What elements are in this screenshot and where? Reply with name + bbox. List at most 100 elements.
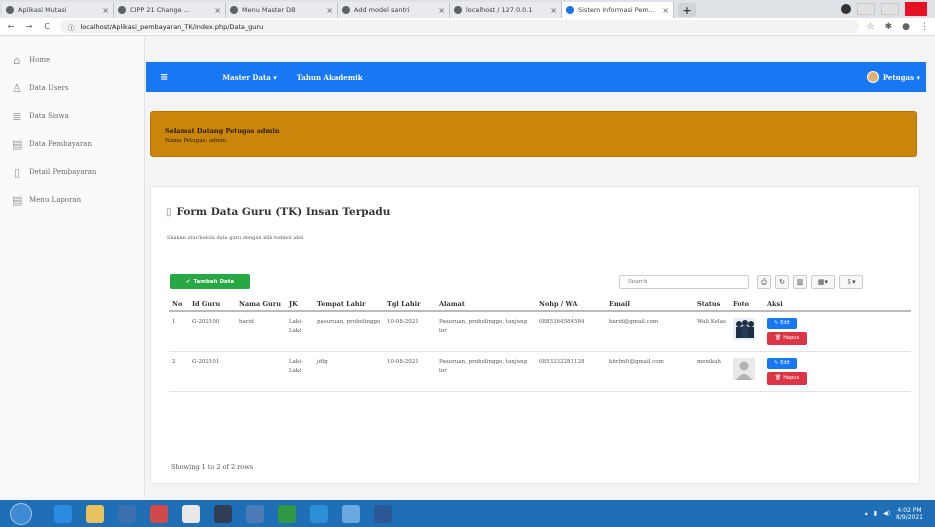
new-tab-button[interactable]: + (678, 3, 696, 17)
browser-menu-icon[interactable]: ⋮ (920, 22, 929, 32)
taskbar-chrome-icon[interactable] (182, 504, 200, 523)
col-header[interactable]: No (169, 297, 189, 312)
sidebar-item-data-pembayaran[interactable]: ▤ Data Pembayaran (0, 137, 144, 151)
browser-tab[interactable]: localhost / 127.0.0.1 × (450, 2, 562, 18)
col-header[interactable]: Tgl Lahir (384, 297, 436, 312)
sidebar-item-detail-pembayaran[interactable]: ▯ Detail Pembayaran (0, 165, 144, 179)
tab-close-icon[interactable]: × (214, 6, 221, 15)
tab-close-icon[interactable]: × (662, 6, 669, 15)
reload-icon[interactable]: C (42, 22, 52, 31)
cell-id: G-202101 (189, 351, 236, 392)
profile-icon[interactable] (841, 4, 851, 14)
page-title: ▯ Form Data Guru (TK) Insan Terpadu (166, 206, 391, 218)
volume-icon[interactable]: ◀) (883, 510, 890, 517)
url-field[interactable]: ⓘ localhost/Aplikasi_pembayaran_TK/index… (60, 20, 859, 33)
account-icon[interactable]: ● (902, 22, 910, 32)
col-header[interactable]: Nohp / WA (536, 297, 606, 312)
browser-tab[interactable]: Menu Master DB × (226, 2, 338, 18)
minimize-button[interactable] (857, 3, 875, 15)
tab-close-icon[interactable]: × (550, 6, 557, 15)
taskbar-app-icon[interactable] (342, 504, 360, 523)
welcome-title: Selamat Datang Petugas admin (165, 127, 280, 135)
taskbar-explorer-icon[interactable] (86, 504, 104, 523)
print-icon[interactable]: ⎙ (757, 275, 771, 289)
network-icon[interactable]: ▮ (874, 510, 877, 517)
cell-email: barid@gmail.com (606, 311, 694, 352)
sidebar-item-data-siswa[interactable]: ≣ Data Siswa (0, 109, 144, 123)
trash-icon: 🗑 (774, 335, 782, 341)
export-icon[interactable]: ⇩▾ (839, 275, 863, 289)
tab-close-icon[interactable]: × (326, 6, 333, 15)
forward-icon[interactable]: → (24, 22, 34, 31)
menu-tahun-akademik[interactable]: Tahun Akademik (297, 73, 363, 82)
columns-icon[interactable]: ▦▾ (811, 275, 835, 289)
table-header-row: No Id Guru Nama Guru JK Tempat Lahir Tgl… (169, 297, 911, 312)
browser-tab-active[interactable]: Sistem Informasi Pem... × (562, 2, 674, 18)
col-header[interactable]: Foto (730, 297, 764, 312)
delete-button[interactable]: 🗑 Hapus (767, 332, 807, 345)
cell-tempat: pasuruan, probolinggo (314, 311, 384, 352)
sidebar-item-data-users[interactable]: ♙ Data Users (0, 81, 144, 95)
cell-nama: barid (236, 311, 286, 352)
taskbar-media-icon[interactable] (118, 504, 136, 523)
col-header[interactable]: Alamat (436, 297, 536, 312)
maximize-button[interactable] (881, 3, 899, 15)
cell-no: 1 (169, 311, 189, 352)
menu-master-data[interactable]: Master Data ▾ (222, 73, 276, 82)
extensions-icon[interactable]: ✱ (885, 22, 893, 32)
user-menu[interactable]: Petugas ▾ (866, 71, 920, 83)
col-header[interactable]: Aksi (764, 297, 911, 312)
taskbar-word-icon[interactable] (374, 504, 392, 523)
sidebar-item-home[interactable]: ⌂ Home (0, 53, 144, 67)
taskbar-app-icon[interactable] (246, 504, 264, 523)
taskbar-app-icon[interactable] (214, 504, 232, 523)
tab-favicon-icon (342, 6, 350, 14)
browser-tab[interactable]: CIPP 21 Change ... × (114, 2, 226, 18)
col-header[interactable]: Status (694, 297, 730, 312)
col-header[interactable]: JK (286, 297, 314, 312)
col-header[interactable]: Tempat Lahir (314, 297, 384, 312)
users-icon: ♙ (12, 81, 22, 95)
taskbar-ie-icon[interactable] (54, 504, 72, 523)
tab-favicon-icon (454, 6, 462, 14)
guru-photo-placeholder (733, 358, 755, 380)
browser-tab[interactable]: Add model santri × (338, 2, 450, 18)
bookmark-star-icon[interactable]: ☆ (867, 22, 875, 32)
toggle-icon[interactable]: ▥ (793, 275, 807, 289)
tray-arrow-icon[interactable]: ▴ (865, 510, 868, 517)
cell-id: G-202100 (189, 311, 236, 352)
delete-button[interactable]: 🗑 Hapus (767, 372, 807, 385)
col-header[interactable]: Id Guru (189, 297, 236, 312)
clock[interactable]: 4:02 PM 8/9/2021 (896, 507, 923, 521)
add-data-button[interactable]: ✔ Tambah Data (170, 274, 250, 289)
cell-aksi: ✎ Edit 🗑 Hapus (764, 311, 911, 352)
site-info-icon[interactable]: ⓘ (68, 22, 75, 32)
home-icon: ⌂ (13, 53, 21, 67)
edit-button[interactable]: ✎ Edit (767, 318, 797, 329)
close-window-button[interactable] (905, 2, 927, 16)
browser-tab[interactable]: Aplikasi Mutasi × (2, 2, 114, 18)
cell-foto (730, 311, 764, 352)
tab-close-icon[interactable]: × (102, 6, 109, 15)
sidebar-item-menu-laporan[interactable]: ▤ Menu Laporan (0, 193, 144, 207)
refresh-icon[interactable]: ↻ (775, 275, 789, 289)
start-button[interactable] (10, 502, 32, 525)
welcome-alert: Selamat Datang Petugas admin Nama Petuga… (150, 111, 917, 157)
cell-tgl: 10-08-2021 (384, 351, 436, 392)
hamburger-menu-icon[interactable]: ≡ (160, 72, 168, 83)
cell-aksi: ✎ Edit 🗑 Hapus (764, 351, 911, 392)
taskbar-excel-icon[interactable] (278, 504, 296, 523)
back-icon[interactable]: ← (6, 22, 16, 31)
cell-hp: 0885364584584 (536, 311, 606, 352)
guru-table: No Id Guru Nama Guru JK Tempat Lahir Tgl… (169, 297, 911, 392)
col-header[interactable]: Nama Guru (236, 297, 286, 312)
tab-close-icon[interactable]: × (438, 6, 445, 15)
guru-photo (733, 318, 755, 340)
address-bar: ← → C ⓘ localhost/Aplikasi_pembayaran_TK… (0, 18, 935, 36)
search-input[interactable] (619, 275, 749, 289)
taskbar-vscode-icon[interactable] (310, 504, 328, 523)
document-icon: ▯ (13, 165, 21, 179)
edit-button[interactable]: ✎ Edit (767, 358, 797, 369)
col-header[interactable]: Email (606, 297, 694, 312)
taskbar-app-icon[interactable] (150, 504, 168, 523)
